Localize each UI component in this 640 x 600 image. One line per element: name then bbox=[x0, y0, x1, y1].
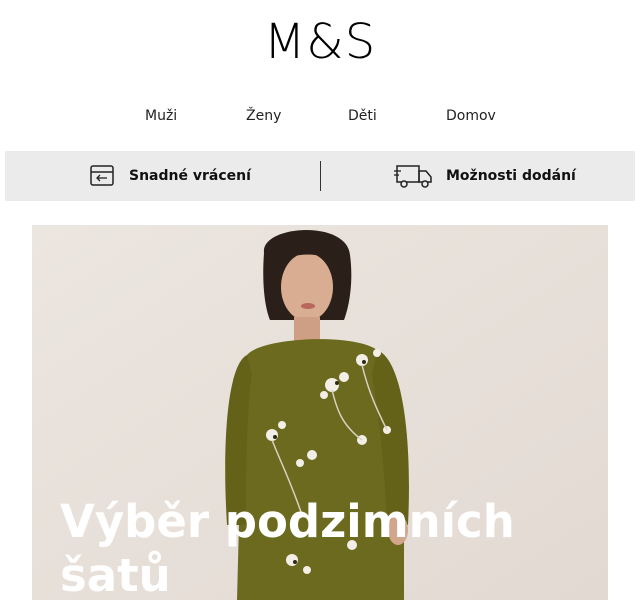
easy-returns-link[interactable]: Snadné vrácení bbox=[89, 151, 251, 201]
delivery-options-label: Možnosti dodání bbox=[446, 168, 576, 184]
easy-returns-label: Snadné vrácení bbox=[129, 168, 251, 184]
nav-item-kids[interactable]: Děti bbox=[348, 108, 377, 124]
nav-item-home[interactable]: Domov bbox=[446, 108, 496, 124]
banner-divider bbox=[320, 161, 321, 191]
nav-item-men[interactable]: Muži bbox=[145, 108, 177, 124]
hero-banner[interactable]: Výběr podzimních šatů bbox=[32, 225, 608, 600]
main-navigation: Muži Ženy Děti Domov bbox=[0, 108, 640, 130]
return-parcel-icon bbox=[90, 165, 114, 186]
delivery-truck-icon bbox=[394, 165, 432, 188]
service-banner: Snadné vrácení Možnosti dodání bbox=[5, 151, 635, 201]
nav-item-women[interactable]: Ženy bbox=[246, 108, 281, 124]
delivery-options-link[interactable]: Možnosti dodání bbox=[394, 151, 576, 201]
hero-title: Výběr podzimních šatů bbox=[60, 495, 515, 600]
brand-logo[interactable]: M&S bbox=[0, 14, 640, 70]
